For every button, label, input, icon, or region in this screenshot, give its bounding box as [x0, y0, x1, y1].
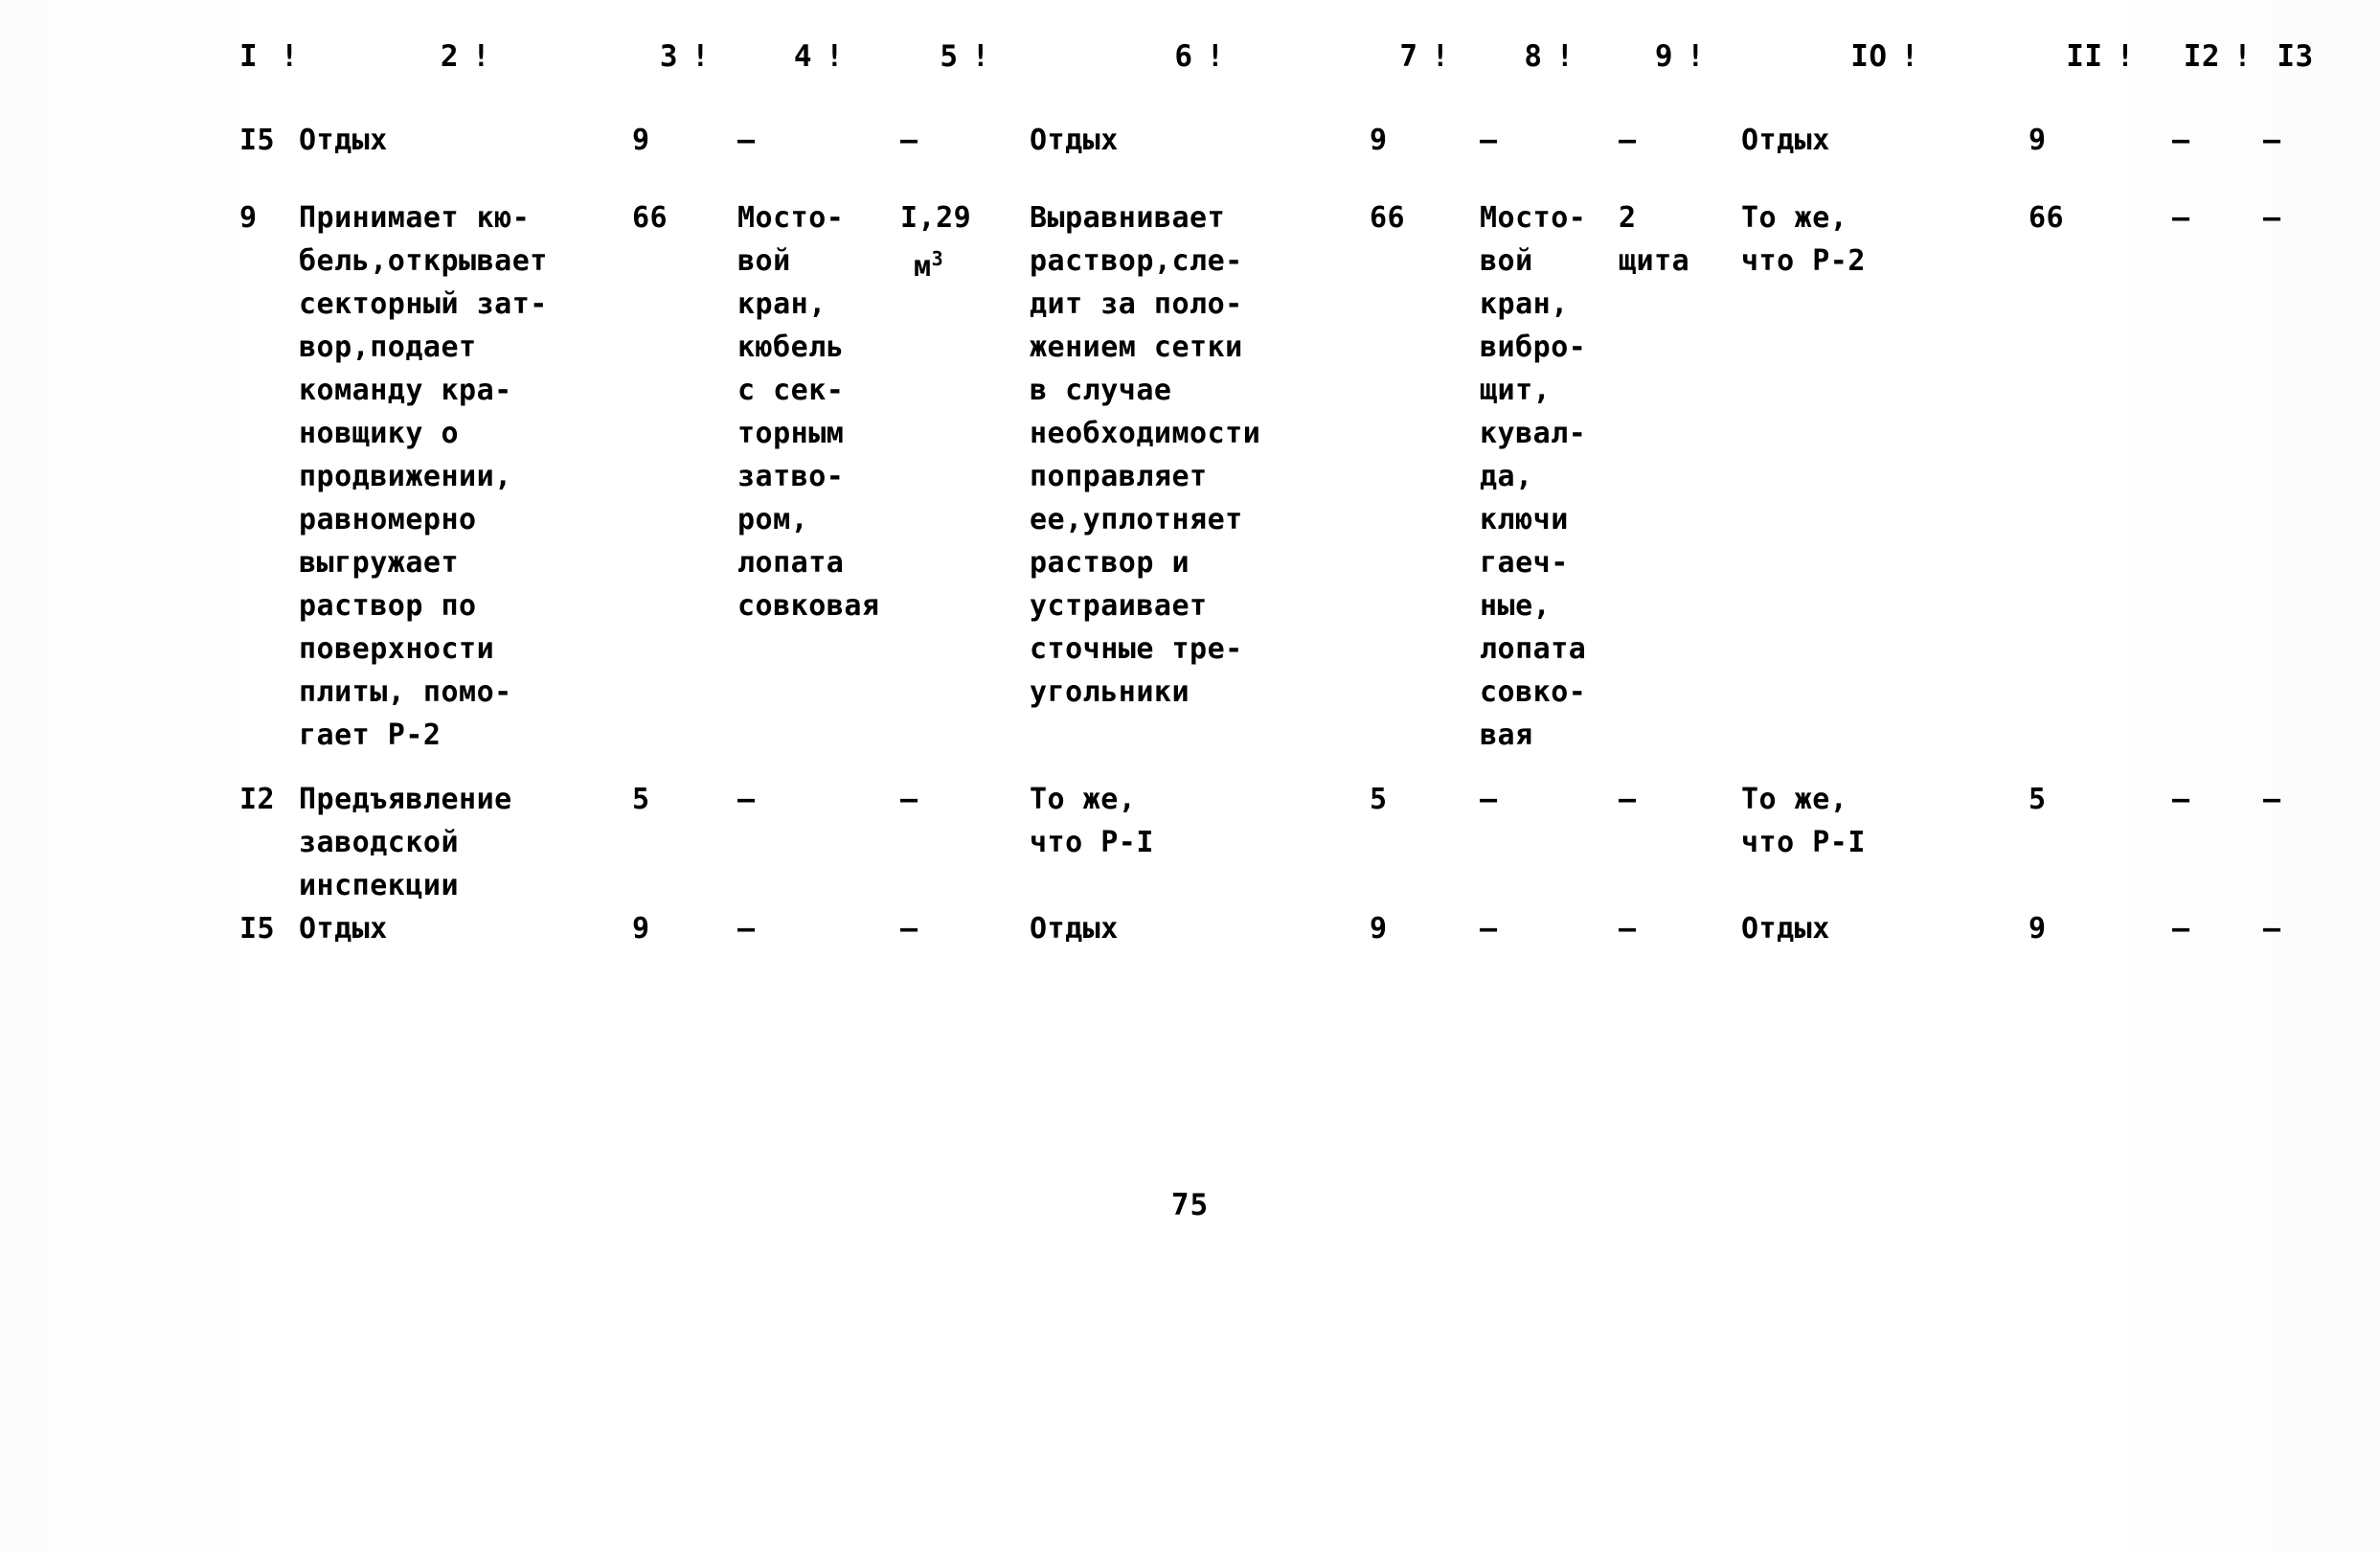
row-worker-operation: Предъявление заводской инспекции [299, 783, 512, 902]
column-number-6: 6! [1030, 29, 1370, 84]
column-number-8: 8! [1480, 29, 1619, 84]
column-separator: ! [280, 39, 299, 74]
column-number-5: 5! [900, 29, 1030, 84]
column-separator: ! [971, 39, 990, 74]
table-row: 9 Принимает кю- бель,открывает секторный… [239, 196, 2327, 757]
row-third-volume: – [2263, 912, 2281, 946]
row-second-time: 9 [1370, 912, 1388, 946]
column-separator: ! [1206, 39, 1225, 74]
column-number-7: 7! [1370, 29, 1480, 84]
row-second-volume: – [1619, 783, 1637, 816]
column-number-1: I! [239, 29, 299, 84]
scanned-page: I! 2! 3! 4! 5! 6! 7! 8! 9! IO! II! I2! I… [0, 0, 2380, 1551]
row-third-equipment: – [2172, 201, 2190, 235]
column-separator: ! [1687, 39, 1706, 74]
row-third-volume: – [2263, 124, 2281, 157]
row-second-operation: Отдых [1030, 912, 1119, 946]
row-third-time: 9 [2029, 124, 2047, 157]
row-duration: I2 [239, 783, 276, 816]
column-separator: ! [472, 39, 491, 74]
row-operation-time: 5 [632, 783, 650, 816]
page-number: 75 [1170, 1188, 1210, 1222]
column-separator: ! [691, 39, 711, 74]
row-second-volume: – [1619, 124, 1637, 157]
row-operation-time: 66 [632, 201, 669, 235]
row-second-volume: – [1619, 912, 1637, 946]
row-second-operation: Выравнивает раствор,сле- дит за поло- же… [1030, 201, 1261, 709]
row-volume: I,29 м3 [900, 196, 1030, 757]
row-second-time: 66 [1370, 201, 1406, 235]
row-third-equipment: – [2172, 912, 2190, 946]
row-worker-operation: Отдых [299, 124, 388, 157]
row-operation-time: 9 [632, 124, 650, 157]
row-worker-operation: Отдых [299, 912, 388, 946]
row-third-equipment: – [2172, 783, 2190, 816]
row-operation-time: 9 [632, 912, 650, 946]
column-number-10: IO! [1741, 29, 2029, 84]
row-third-volume: – [2263, 201, 2281, 235]
spacer [239, 84, 2327, 119]
work-process-table: I! 2! 3! 4! 5! 6! 7! 8! 9! IO! II! I2! I… [239, 29, 2327, 950]
spacer [239, 757, 2327, 778]
column-separator: ! [1900, 39, 1919, 74]
row-third-equipment: – [2172, 124, 2190, 157]
row-third-operation: То же, что Р-2 [1741, 201, 1866, 278]
row-third-operation: Отдых [1741, 124, 1830, 157]
row-second-equipment: – [1480, 912, 1498, 946]
row-second-time: 9 [1370, 124, 1388, 157]
column-number-4: 4! [737, 29, 900, 84]
row-second-equipment: Мосто- вой кран, вибро- щит, кувал- да, … [1480, 201, 1587, 752]
row-volume-unit-exponent: 3 [931, 247, 944, 270]
row-duration: 9 [239, 201, 258, 235]
row-volume-unit: м3 [914, 247, 944, 284]
row-volume: – [900, 912, 918, 946]
row-equipment: – [737, 124, 756, 157]
row-volume: – [900, 783, 918, 816]
column-separator: ! [2116, 39, 2135, 74]
row-equipment: – [737, 783, 756, 816]
row-third-operation: Отдых [1741, 912, 1830, 946]
column-separator: ! [1555, 39, 1575, 74]
row-volume: – [900, 124, 918, 157]
column-number-11: II! [2029, 29, 2172, 84]
row-second-equipment: – [1480, 783, 1498, 816]
row-third-time: 5 [2029, 783, 2047, 816]
row-second-time: 5 [1370, 783, 1388, 816]
row-duration: I5 [239, 912, 276, 946]
row-third-time: 9 [2029, 912, 2047, 946]
column-separator: ! [826, 39, 845, 74]
table-row: I5 Отдых 9 – – Отдых 9 – – Отдых 9 – – [239, 907, 2327, 950]
row-second-operation: Отдых [1030, 124, 1119, 157]
row-second-equipment: – [1480, 124, 1498, 157]
column-number-header-row: I! 2! 3! 4! 5! 6! 7! 8! 9! IO! II! I2! I… [239, 29, 2327, 84]
spacer [239, 162, 2327, 196]
column-number-13: I3 [2277, 39, 2314, 74]
column-number-9: 9! [1619, 29, 1741, 84]
row-worker-operation: Принимает кю- бель,открывает секторный з… [299, 201, 548, 752]
row-third-operation: То же, что Р-I [1741, 783, 1866, 859]
table-row: I5 Отдых 9 – – Отдых 9 – – Отдых 9 – – [239, 119, 2327, 162]
row-third-volume: – [2263, 783, 2281, 816]
row-volume-value: I,29 [900, 201, 972, 235]
table-row: I2 Предъявление заводской инспекции 5 – … [239, 778, 2327, 907]
column-number-2: 2! [299, 29, 632, 84]
column-number-3: 3! [632, 29, 737, 84]
column-separator: ! [1431, 39, 1450, 74]
row-second-operation: То же, что Р-I [1030, 783, 1154, 859]
row-second-volume: 2 щита [1619, 201, 1690, 278]
column-number-12: I2! [2172, 29, 2263, 84]
row-third-time: 66 [2029, 201, 2065, 235]
column-separator: ! [2233, 39, 2253, 74]
row-equipment: Мосто- вой кран, кюбель с сек- торным за… [737, 201, 880, 623]
row-duration: I5 [239, 124, 276, 157]
row-equipment: – [737, 912, 756, 946]
